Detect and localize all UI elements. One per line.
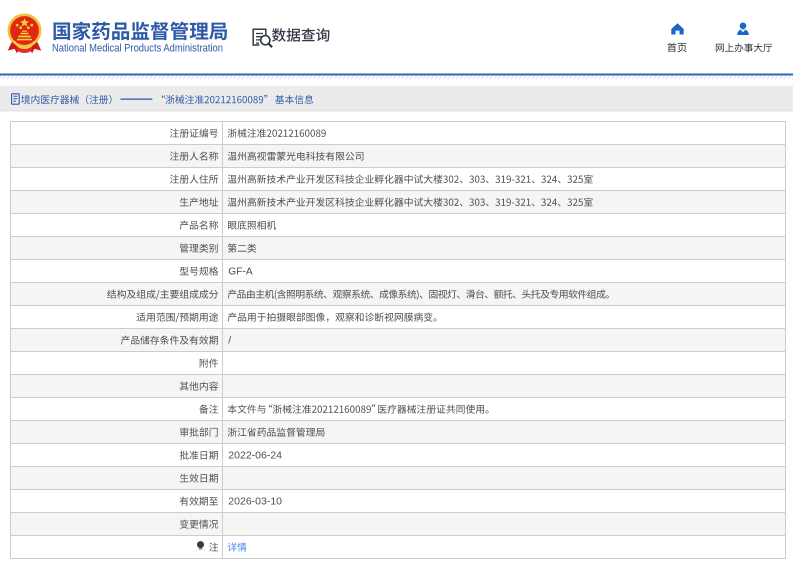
svg-text:GF-A: GF-A: [228, 267, 253, 278]
svg-text:/: /: [228, 335, 231, 347]
svg-text:National Medical Products Admi: National Medical Products Administration: [52, 43, 223, 55]
svg-text:2022-06-24: 2022-06-24: [228, 450, 282, 462]
svg-text:2026-03-10: 2026-03-10: [228, 496, 282, 508]
